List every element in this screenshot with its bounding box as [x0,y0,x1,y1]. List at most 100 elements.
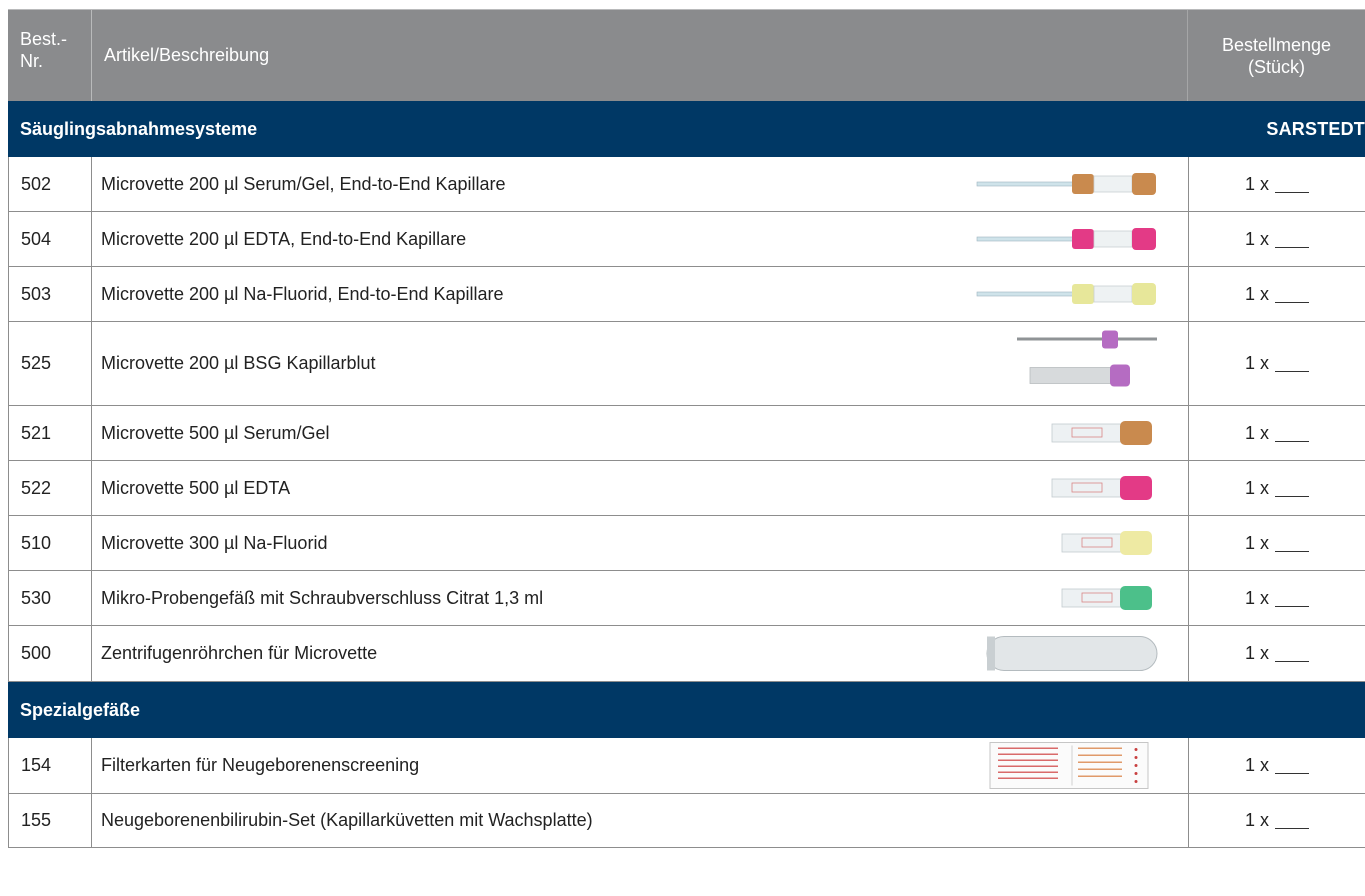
article-number: 154 [8,738,92,793]
article-description-cell: Microvette 200 µl Na-Fluorid, End-to-End… [92,267,1188,321]
quantity-blank[interactable] [1275,231,1309,248]
quantity-blank[interactable] [1275,480,1309,497]
microvette-bsg-icon [1017,330,1157,387]
quantity-label: 1 x [1244,353,1269,373]
quantity-label: 1 x [1244,643,1269,663]
article-description: Zentrifugenröhrchen für Microvette [101,643,378,663]
section-title: Säuglingsabnahmesysteme [20,118,258,139]
quantity-cell: 1 x [1188,322,1365,405]
article-description-cell: Filterkarten für Neugeborenenscreening [92,738,1188,793]
table-row: 510 Microvette 300 µl Na-Fluorid 1 x [8,516,1365,571]
article-description-cell: Microvette 200 µl BSG Kapillarblut [92,322,1188,405]
article-description-cell: Neugeborenenbilirubin-Set (Kapillarküvet… [92,794,1188,847]
product-image [962,406,1162,460]
header-qty-line2: (Stück) [1247,56,1305,77]
quantity-label: 1 x [1244,755,1269,775]
article-description: Microvette 200 µl Na-Fluorid, End-to-End… [101,283,504,304]
article-number: 525 [8,322,92,405]
table-row: 504 Microvette 200 µl EDTA, End-to-End Ka… [8,212,1365,267]
table-row: 500 Zentrifugenröhrchen für Microvette 1 x [8,626,1365,682]
article-description-cell: Zentrifugenröhrchen für Microvette [92,626,1188,681]
table-row: 503 Microvette 200 µl Na-Fluorid, End-to-… [8,267,1365,322]
article-description: Microvette 200 µl BSG Kapillarblut [101,353,376,373]
product-image [962,267,1162,321]
quantity-blank[interactable] [1275,757,1309,774]
article-number: 504 [8,212,92,266]
article-description: Microvette 300 µl Na-Fluorid [101,532,328,553]
quantity-cell: 1 x [1188,212,1365,266]
product-image [962,626,1162,681]
header-nr: Best.- Nr. [8,10,92,101]
header-qty-line1: Bestellmenge [1221,34,1332,55]
product-image [962,322,1162,405]
quantity-cell: 1 x [1188,626,1365,681]
quantity-blank[interactable] [1275,176,1309,193]
table-row: 530 Mikro-Probengefäß mit Schraubverschlu… [8,571,1365,626]
table-row: 155 Neugeborenenbilirubin-Set (Kapillarkü… [8,794,1365,848]
brand-label: SARSTEDT [1266,118,1365,139]
article-description-cell: Microvette 200 µl Serum/Gel, End-to-End … [92,157,1188,211]
quantity-cell: 1 x [1188,794,1365,847]
quantity-label: 1 x [1244,228,1269,249]
product-image [962,212,1162,266]
quantity-cell: 1 x [1188,571,1365,625]
quantity-blank[interactable] [1275,812,1309,829]
quantity-cell: 1 x [1188,516,1365,570]
quantity-cell: 1 x [1188,406,1365,460]
article-description-cell: Microvette 200 µl EDTA, End-to-End Kapil… [92,212,1188,266]
article-number: 510 [8,516,92,570]
header-nr-line2: Nr. [20,51,44,71]
product-image [962,516,1162,570]
table-row: 522 Microvette 500 µl EDTA 1 x [8,461,1365,516]
article-number: 155 [8,794,92,847]
table-row: 502 Microvette 200 µl Serum/Gel, End-to-E… [8,157,1365,212]
article-number: 503 [8,267,92,321]
quantity-label: 1 x [1244,283,1269,304]
article-description: Mikro-Probengefäß mit Schraubverschluss … [101,587,544,608]
header-desc: Artikel/Beschreibung [104,45,270,65]
table-row: 525 Microvette 200 µl BSG Kapillarblut 1 x [8,322,1365,406]
quantity-blank[interactable] [1275,355,1309,372]
quantity-blank[interactable] [1275,286,1309,303]
article-description-cell: Mikro-Probengefäß mit Schraubverschluss … [92,571,1188,625]
microvette-500-serum-icon [1051,421,1152,445]
quantity-label: 1 x [1244,810,1269,830]
quantity-label: 1 x [1244,173,1269,194]
microvette-serum-capillary-icon [976,173,1156,195]
header-nr-line1: Best.- [20,29,68,49]
article-number: 530 [8,571,92,625]
section-header: Spezialgefäße [8,682,1365,738]
quantity-cell: 1 x [1188,157,1365,211]
article-description: Neugeborenenbilirubin-Set (Kapillarküvet… [101,810,593,830]
product-image [962,738,1162,793]
micro-tube-citrate-icon [1061,586,1152,610]
article-description-cell: Microvette 500 µl Serum/Gel [92,406,1188,460]
table-row: 154 Filterkarten für Neugeborenenscreenin… [8,738,1365,794]
section-header: Säuglingsabnahmesysteme SARSTEDT [8,101,1365,157]
product-image [962,461,1162,515]
article-description: Microvette 200 µl EDTA, End-to-End Kapil… [101,228,467,249]
header-qty: Bestellmenge (Stück) [1187,10,1365,101]
quantity-blank[interactable] [1275,425,1309,442]
table-body: Säuglingsabnahmesysteme SARSTEDT 502 Microv… [8,101,1365,848]
article-description: Microvette 500 µl EDTA [101,477,291,498]
quantity-blank[interactable] [1275,645,1309,662]
centrifuge-tube-icon [986,636,1158,671]
quantity-cell: 1 x [1188,461,1365,515]
quantity-blank[interactable] [1275,590,1309,607]
article-description: Microvette 500 µl Serum/Gel [101,422,330,443]
quantity-label: 1 x [1244,477,1269,498]
microvette-300-fluoride-icon [1061,531,1152,555]
article-number: 521 [8,406,92,460]
quantity-label: 1 x [1244,422,1269,443]
quantity-blank[interactable] [1275,535,1309,552]
filter-card-icon [989,742,1149,789]
table-row: 521 Microvette 500 µl Serum/Gel 1 x [8,406,1365,461]
table-header: Best.- Nr. Artikel/Beschreibung Bestellm… [8,9,1365,101]
product-image [962,157,1162,211]
quantity-cell: 1 x [1188,267,1365,321]
product-image [962,571,1162,625]
microvette-edta-capillary-icon [976,228,1156,250]
article-description-cell: Microvette 500 µl EDTA [92,461,1188,515]
article-description: Microvette 200 µl Serum/Gel, End-to-End … [101,173,506,194]
